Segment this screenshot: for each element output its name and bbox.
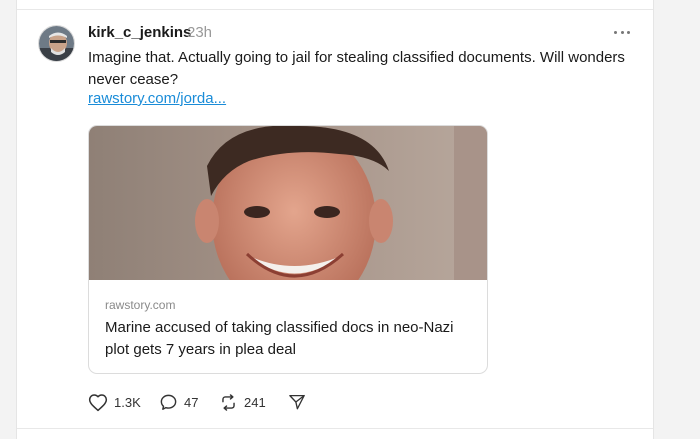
post-text: Imagine that. Actually going to jail for… xyxy=(88,49,625,88)
repost-icon xyxy=(219,393,238,412)
more-horizontal-icon[interactable] xyxy=(611,22,633,42)
reply-count: 47 xyxy=(184,394,199,410)
link-card[interactable]: rawstory.com Marine accused of taking cl… xyxy=(88,125,488,374)
link-card-title: Marine accused of taking classified docs… xyxy=(105,319,454,358)
link-card-image xyxy=(89,126,487,280)
like-button[interactable]: 1.3K xyxy=(88,392,141,412)
comment-icon xyxy=(159,393,178,412)
repost-count: 241 xyxy=(244,394,266,410)
share-button[interactable] xyxy=(288,392,306,412)
timestamp: 23h xyxy=(187,24,213,41)
like-count: 1.3K xyxy=(114,394,141,410)
divider xyxy=(17,9,653,10)
username[interactable]: kirk_c_jenkins xyxy=(88,24,191,41)
link-card-domain: rawstory.com xyxy=(105,298,176,312)
send-icon xyxy=(288,393,306,411)
post-link[interactable]: rawstory.com/jorda... xyxy=(88,90,226,107)
divider xyxy=(17,428,653,429)
heart-icon xyxy=(88,393,108,412)
avatar[interactable] xyxy=(38,25,75,62)
repost-button[interactable]: 241 xyxy=(219,392,266,412)
post-feed: kirk_c_jenkins 23h Imagine that. Actuall… xyxy=(16,0,654,439)
reply-button[interactable]: 47 xyxy=(159,392,198,412)
